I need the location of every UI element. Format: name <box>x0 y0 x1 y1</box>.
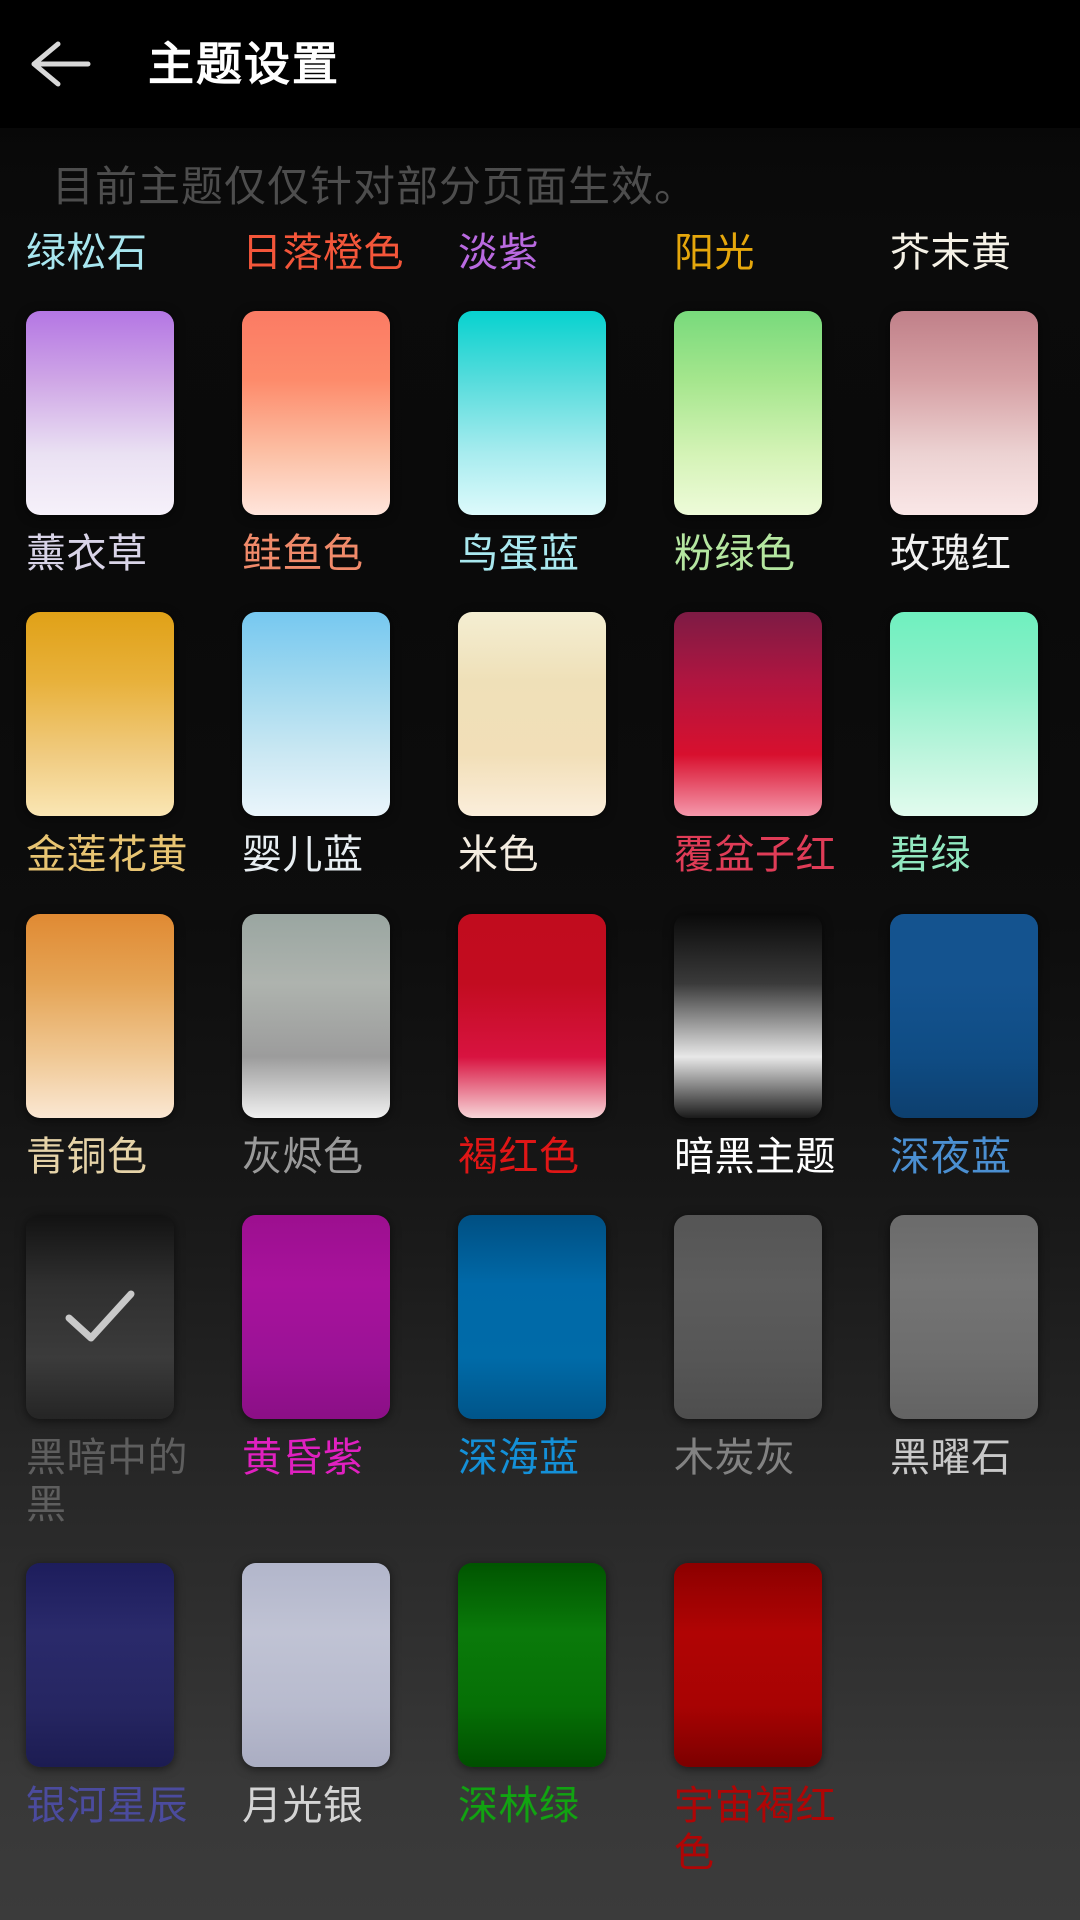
theme-item[interactable]: 淡紫 <box>432 230 648 311</box>
theme-swatch[interactable] <box>242 913 390 1118</box>
check-icon <box>26 1215 174 1419</box>
theme-swatch[interactable] <box>26 1214 174 1419</box>
theme-label: 芥末黄 <box>890 230 1012 276</box>
theme-item[interactable]: 碧绿 <box>864 612 1080 913</box>
arrow-left-icon <box>28 38 92 90</box>
theme-grid: 绿松石 日落橙色 淡紫 阳光 芥末黄薰衣草 鲑鱼色 鸟蛋蓝 粉绿色 玫瑰红金莲花黄 婴儿蓝 米色 覆盆… <box>0 230 1080 1912</box>
theme-label: 淡紫 <box>458 230 539 276</box>
theme-swatch[interactable] <box>26 1563 174 1768</box>
theme-label: 阳光 <box>674 230 755 276</box>
theme-swatch[interactable] <box>674 612 822 817</box>
page-title: 主题设置 <box>148 37 340 91</box>
theme-swatch[interactable] <box>890 913 1038 1118</box>
theme-label: 暗黑主题 <box>674 1133 836 1180</box>
theme-swatch[interactable] <box>890 1214 1038 1419</box>
theme-label: 深夜蓝 <box>890 1133 1012 1180</box>
theme-item[interactable]: 薰衣草 <box>0 311 216 612</box>
theme-label: 深林绿 <box>458 1783 580 1830</box>
theme-item[interactable]: 银河星辰 <box>0 1563 216 1911</box>
theme-label: 深海蓝 <box>458 1434 580 1481</box>
theme-settings-screen: 主题设置 目前主题仅仅针对部分页面生效。 绿松石 日落橙色 淡紫 阳光 芥末黄薰衣草 鲑鱼… <box>0 0 1080 1920</box>
theme-swatch[interactable] <box>242 1563 390 1768</box>
back-button[interactable] <box>0 0 120 128</box>
theme-item[interactable]: 鸟蛋蓝 <box>432 311 648 612</box>
theme-item[interactable]: 鲑鱼色 <box>216 311 432 612</box>
theme-item[interactable]: 粉绿色 <box>648 311 864 612</box>
theme-label: 黄昏紫 <box>242 1434 364 1481</box>
theme-swatch[interactable] <box>674 1214 822 1419</box>
theme-swatch[interactable] <box>26 913 174 1118</box>
theme-swatch[interactable] <box>26 612 174 817</box>
theme-list-scroll-area[interactable]: 目前主题仅仅针对部分页面生效。 绿松石 日落橙色 淡紫 阳光 芥末黄薰衣草 鲑鱼色 鸟蛋蓝 粉… <box>0 128 1080 1920</box>
theme-item[interactable]: 玫瑰红 <box>864 311 1080 612</box>
theme-item[interactable]: 灰烬色 <box>216 913 432 1215</box>
app-bar: 主题设置 <box>0 0 1080 128</box>
theme-swatch[interactable] <box>890 612 1038 817</box>
theme-label: 月光银 <box>242 1783 364 1830</box>
theme-swatch[interactable] <box>242 612 390 817</box>
theme-item[interactable]: 月光银 <box>216 1563 432 1911</box>
theme-label: 宇宙褐红色 <box>674 1783 836 1877</box>
theme-label: 鸟蛋蓝 <box>458 531 580 578</box>
theme-item[interactable]: 绿松石 <box>0 230 216 311</box>
theme-label: 鲑鱼色 <box>242 531 364 578</box>
theme-swatch[interactable] <box>242 311 390 516</box>
theme-swatch[interactable] <box>458 1563 606 1768</box>
theme-label: 金莲花黄 <box>26 832 188 879</box>
theme-item[interactable]: 黑曜石 <box>864 1214 1080 1563</box>
theme-swatch[interactable] <box>458 311 606 516</box>
theme-item[interactable]: 木炭灰 <box>648 1214 864 1563</box>
theme-item[interactable]: 阳光 <box>648 230 864 311</box>
theme-item[interactable]: 黄昏紫 <box>216 1214 432 1563</box>
theme-swatch[interactable] <box>458 612 606 817</box>
theme-item[interactable]: 芥末黄 <box>864 230 1080 311</box>
theme-label: 银河星辰 <box>26 1783 188 1830</box>
theme-label: 覆盆子红 <box>674 832 836 879</box>
theme-label: 米色 <box>458 832 539 879</box>
theme-item[interactable]: 米色 <box>432 612 648 913</box>
theme-swatch[interactable] <box>458 913 606 1118</box>
theme-label: 玫瑰红 <box>890 531 1012 578</box>
theme-item[interactable]: 深林绿 <box>432 1563 648 1911</box>
theme-swatch[interactable] <box>674 311 822 516</box>
theme-label: 碧绿 <box>890 832 971 879</box>
theme-item[interactable]: 黑暗中的黑 <box>0 1214 216 1563</box>
theme-label: 日落橙色 <box>242 230 404 276</box>
theme-label: 粉绿色 <box>674 531 796 578</box>
theme-item[interactable]: 暗黑主题 <box>648 913 864 1215</box>
theme-item[interactable]: 深夜蓝 <box>864 913 1080 1215</box>
theme-item[interactable]: 覆盆子红 <box>648 612 864 913</box>
theme-label: 黑暗中的黑 <box>26 1434 188 1528</box>
theme-label: 薰衣草 <box>26 531 148 578</box>
theme-item[interactable]: 婴儿蓝 <box>216 612 432 913</box>
theme-label: 婴儿蓝 <box>242 832 364 879</box>
theme-label: 绿松石 <box>26 230 148 276</box>
theme-label: 褐红色 <box>458 1133 580 1180</box>
theme-swatch[interactable] <box>674 1563 822 1768</box>
theme-item[interactable]: 深海蓝 <box>432 1214 648 1563</box>
theme-label: 黑曜石 <box>890 1434 1012 1481</box>
theme-item[interactable]: 青铜色 <box>0 913 216 1215</box>
theme-label: 灰烬色 <box>242 1133 364 1180</box>
theme-swatch[interactable] <box>26 311 174 516</box>
theme-item[interactable]: 日落橙色 <box>216 230 432 311</box>
theme-swatch[interactable] <box>458 1214 606 1419</box>
theme-swatch[interactable] <box>674 913 822 1118</box>
theme-swatch[interactable] <box>242 1214 390 1419</box>
theme-swatch[interactable] <box>890 311 1038 516</box>
theme-label: 青铜色 <box>26 1133 148 1180</box>
theme-item[interactable]: 宇宙褐红色 <box>648 1563 864 1911</box>
theme-item[interactable]: 褐红色 <box>432 913 648 1215</box>
theme-label: 木炭灰 <box>674 1434 796 1481</box>
notice-text: 目前主题仅仅针对部分页面生效。 <box>52 162 698 211</box>
theme-item[interactable]: 金莲花黄 <box>0 612 216 913</box>
